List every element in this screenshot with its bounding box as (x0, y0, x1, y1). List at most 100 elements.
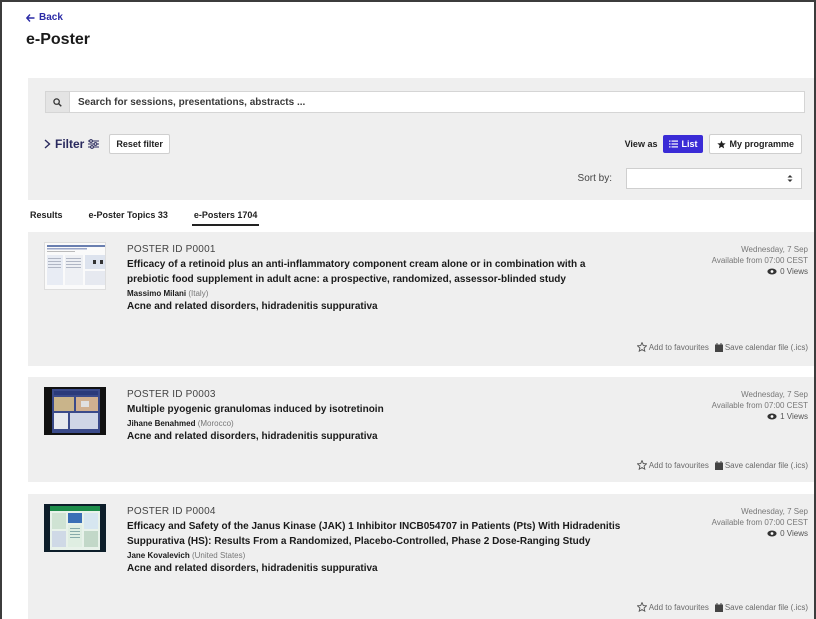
poster-thumbnail[interactable] (44, 242, 106, 290)
author-country: (United States) (191, 551, 246, 560)
views-count: 1 Views (780, 412, 808, 421)
sort-row: Sort by: (578, 168, 802, 189)
tab-eposter-topics[interactable]: e-Poster Topics 33 (87, 208, 170, 226)
poster-details: POSTER ID P0003 Multiple pyogenic granul… (127, 389, 627, 442)
eye-icon (767, 530, 777, 537)
author-country: (Morocco) (197, 419, 234, 428)
poster-details: POSTER ID P0004 Efficacy and Safety of t… (127, 506, 627, 574)
tab-eposters[interactable]: e-Posters 1704 (191, 208, 260, 226)
view-as-label: View as (624, 139, 658, 149)
poster-thumbnail[interactable] (44, 504, 106, 552)
poster-title[interactable]: Efficacy and Safety of the Janus Kinase … (127, 519, 627, 549)
calendar-label: Save calendar file (.ics) (724, 342, 808, 352)
poster-views: 0 Views (712, 266, 808, 277)
poster-title[interactable]: Multiple pyogenic granulomas induced by … (127, 402, 627, 417)
reset-filter-button[interactable]: Reset filter (109, 134, 170, 154)
poster-meta: Wednesday, 7 Sep Available from 07:00 CE… (712, 506, 808, 539)
eye-icon (767, 268, 777, 275)
poster-card[interactable]: POSTER ID P0003 Multiple pyogenic granul… (28, 377, 814, 482)
add-to-favourites-button[interactable]: Add to favourites (636, 602, 709, 612)
list-view-button[interactable]: List (663, 135, 704, 153)
filter-row: Filter Reset filter (44, 134, 170, 154)
poster-actions: Add to favourites Save calendar file (.i… (636, 342, 808, 352)
poster-meta: Wednesday, 7 Sep Available from 07:00 CE… (712, 389, 808, 422)
poster-details: POSTER ID P0001 Efficacy of a retinoid p… (127, 244, 627, 312)
poster-date: Wednesday, 7 Sep (741, 245, 808, 254)
poster-actions: Add to favourites Save calendar file (.i… (636, 460, 808, 470)
save-calendar-button[interactable]: Save calendar file (.ics) (714, 460, 808, 470)
calendar-label: Save calendar file (.ics) (724, 602, 808, 612)
poster-id: POSTER ID P0001 (127, 244, 216, 255)
favourites-label: Add to favourites (648, 602, 709, 612)
search-icon (53, 97, 62, 107)
poster-views: 1 Views (712, 411, 808, 422)
star-outline-icon (636, 460, 647, 470)
star-outline-icon (636, 342, 647, 352)
favourites-label: Add to favourites (648, 460, 709, 470)
poster-topic: Acne and related disorders, hidradenitis… (127, 563, 378, 574)
page-title: e-Poster (26, 31, 91, 48)
poster-thumbnail-image (45, 243, 105, 289)
search-bar (45, 91, 805, 113)
arrow-left-icon (26, 13, 35, 22)
app-frame: Back e-Poster Filter (0, 0, 816, 619)
filter-label: Filter (55, 137, 85, 151)
poster-thumbnail-image (44, 504, 106, 552)
poster-title[interactable]: Efficacy of a retinoid plus an anti-infl… (127, 257, 627, 287)
author-country: (Italy) (188, 289, 209, 298)
calendar-icon (714, 460, 723, 470)
poster-author: Jane Kovalevich (United States) (127, 551, 627, 560)
save-calendar-button[interactable]: Save calendar file (.ics) (714, 342, 808, 352)
list-icon (669, 140, 679, 148)
poster-views: 0 Views (712, 528, 808, 539)
search-input[interactable] (70, 96, 804, 108)
page-header: Back e-Poster (26, 12, 90, 49)
back-link[interactable]: Back (26, 12, 90, 23)
poster-meta: Wednesday, 7 Sep Available from 07:00 CE… (712, 244, 808, 277)
star-icon (717, 139, 727, 148)
poster-author: Massimo Milani (Italy) (127, 289, 627, 298)
favourites-label: Add to favourites (648, 342, 709, 352)
save-calendar-button[interactable]: Save calendar file (.ics) (714, 602, 808, 612)
list-view-label: List (681, 139, 698, 149)
author-name: Massimo Milani (127, 289, 187, 298)
poster-id: POSTER ID P0004 (127, 506, 216, 517)
view-switch: View as List My programme (625, 134, 802, 154)
star-outline-icon (636, 602, 647, 612)
poster-topic: Acne and related disorders, hidradenitis… (127, 301, 378, 312)
poster-availability: Available from 07:00 CEST (711, 256, 808, 265)
calendar-label: Save calendar file (.ics) (724, 460, 808, 470)
search-panel: Filter Reset filter View as (28, 78, 814, 200)
poster-topic: Acne and related disorders, hidradenitis… (127, 431, 378, 442)
poster-card[interactable]: POSTER ID P0001 Efficacy of a retinoid p… (28, 232, 814, 366)
chevron-right-icon (44, 139, 51, 149)
calendar-icon (714, 602, 723, 612)
search-button[interactable] (46, 92, 70, 112)
filter-toggle[interactable]: Filter (44, 137, 100, 151)
add-to-favourites-button[interactable]: Add to favourites (636, 460, 709, 470)
sort-label: Sort by: (577, 173, 612, 184)
poster-card[interactable]: POSTER ID P0004 Efficacy and Safety of t… (28, 494, 814, 619)
author-name: Jihane Benahmed (127, 419, 196, 428)
sliders-icon (88, 139, 100, 149)
poster-author: Jihane Benahmed (Morocco) (127, 419, 627, 428)
views-count: 0 Views (780, 267, 808, 276)
poster-availability: Available from 07:00 CEST (711, 401, 808, 410)
back-label: Back (39, 12, 63, 23)
poster-date: Wednesday, 7 Sep (741, 507, 808, 516)
tab-results[interactable]: Results (28, 208, 65, 226)
poster-actions: Add to favourites Save calendar file (.i… (636, 602, 808, 612)
poster-thumbnail[interactable] (44, 387, 106, 435)
poster-availability: Available from 07:00 CEST (711, 518, 808, 527)
author-name: Jane Kovalevich (127, 551, 190, 560)
my-programme-button[interactable]: My programme (709, 134, 802, 154)
add-to-favourites-button[interactable]: Add to favourites (636, 342, 709, 352)
sort-select[interactable] (626, 168, 802, 189)
poster-date: Wednesday, 7 Sep (741, 390, 808, 399)
eye-icon (767, 413, 777, 420)
poster-thumbnail-image (44, 387, 106, 435)
views-count: 0 Views (780, 529, 808, 538)
calendar-icon (714, 342, 723, 352)
results-tabs: Results e-Poster Topics 33 e-Posters 170… (28, 208, 281, 226)
select-arrows-icon (787, 175, 793, 182)
